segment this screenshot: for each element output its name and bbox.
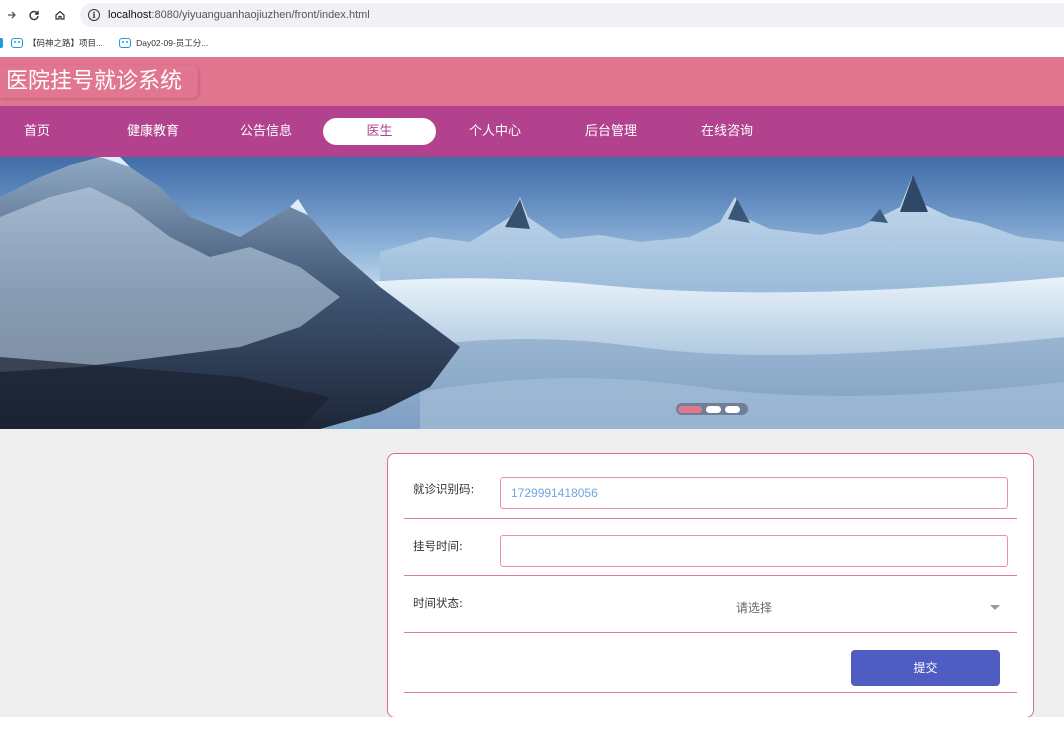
carousel-indicators (676, 403, 748, 415)
site-info-icon[interactable]: i (88, 9, 100, 21)
url-host: localhost (108, 9, 152, 21)
carousel-dot[interactable] (678, 405, 702, 413)
page-bottom (0, 717, 1064, 734)
url-text: localhost:8080/yiyuanguanhaojiuzhen/fron… (108, 9, 370, 21)
reload-icon[interactable] (22, 3, 46, 27)
bookmark-item[interactable]: 【码神之路】项目... (11, 37, 103, 49)
carousel-dot[interactable] (725, 405, 740, 413)
nav-doctor[interactable]: 医生 (323, 118, 436, 145)
bookmark-label: Day02-09-员工分... (136, 38, 209, 48)
submit-button[interactable]: 提交 (851, 650, 1000, 686)
status-label: 时间状态: (413, 596, 463, 610)
main-nav: 首页 健康教育 公告信息 医生 个人中心 后台管理 在线咨询 (0, 106, 1064, 157)
url-path: :8080/yiyuanguanhaojiuzhen/front/index.h… (151, 9, 370, 21)
banner-image (0, 157, 1064, 429)
code-input[interactable]: 1729991418056 (500, 477, 1008, 509)
registration-form: 就诊识别码: 1729991418056 挂号时间: 时间状态: 请选择 提交 (387, 453, 1034, 718)
browser-toolbar: i localhost:8080/yiyuanguanhaojiuzhen/fr… (0, 0, 1064, 30)
chevron-down-icon (990, 605, 1000, 610)
nav-health-education[interactable]: 健康教育 (112, 118, 194, 145)
form-row-status: 时间状态: 请选择 (404, 576, 1017, 633)
nav-online-consult[interactable]: 在线咨询 (684, 118, 770, 145)
forward-icon[interactable] (0, 3, 24, 27)
bookmark-edge-icon (0, 38, 3, 48)
site-title: 医院挂号就诊系统 (0, 65, 199, 98)
site-header: 医院挂号就诊系统 (0, 57, 1064, 106)
nav-announcements[interactable]: 公告信息 (224, 118, 308, 145)
form-row-time: 挂号时间: (404, 519, 1017, 576)
status-select-value: 请选择 (735, 601, 772, 615)
banner-carousel (0, 157, 1064, 429)
bilibili-icon (11, 38, 23, 48)
nav-personal-center[interactable]: 个人中心 (454, 118, 536, 145)
time-label: 挂号时间: (413, 539, 463, 553)
home-icon[interactable] (48, 3, 72, 27)
nav-home[interactable]: 首页 (2, 118, 72, 145)
bookmark-label: 【码神之路】项目... (28, 38, 104, 48)
form-row-code: 就诊识别码: 1729991418056 (404, 454, 1017, 519)
status-select[interactable]: 请选择 (500, 592, 1008, 624)
bookmarks-bar: 【码神之路】项目... Day02-09-员工分... (0, 30, 1064, 56)
bookmark-item[interactable]: Day02-09-员工分... (119, 37, 208, 49)
nav-admin[interactable]: 后台管理 (568, 118, 654, 145)
address-bar[interactable]: i localhost:8080/yiyuanguanhaojiuzhen/fr… (80, 3, 1064, 27)
bilibili-icon (119, 38, 132, 48)
time-input[interactable] (500, 535, 1008, 567)
code-label: 就诊识别码: (413, 482, 475, 496)
carousel-dot[interactable] (706, 405, 721, 413)
